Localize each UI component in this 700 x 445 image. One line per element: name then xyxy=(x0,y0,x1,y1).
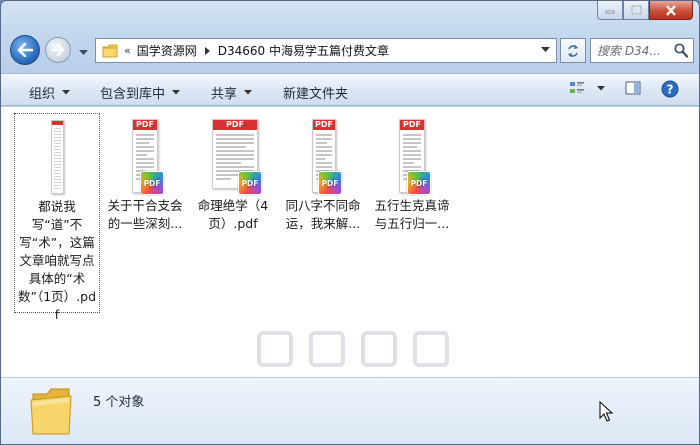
pdf-app-icon: PDF xyxy=(318,171,342,195)
minimize-icon xyxy=(605,10,615,14)
explorer-window: « 国学资源网 D34660 中海易学五篇付费文章 组织 xyxy=(0,0,700,445)
folder-icon xyxy=(102,44,118,57)
caption-buttons xyxy=(597,1,693,20)
view-options-button[interactable] xyxy=(569,80,605,96)
address-dropdown-icon[interactable] xyxy=(541,47,550,53)
folder-icon xyxy=(30,388,72,435)
details-pane: 5 个对象 xyxy=(1,377,699,444)
refresh-button[interactable] xyxy=(560,38,586,63)
forward-arrow-icon xyxy=(51,44,65,56)
breadcrumb-overflow[interactable]: « xyxy=(124,44,131,57)
pdf-page-preview xyxy=(51,120,64,194)
file-name: 命理绝学（4页）.pdf xyxy=(197,198,269,231)
file-thumbnail: PDF PDF xyxy=(190,113,276,195)
pdf-tag: PDF xyxy=(400,120,424,130)
view-icon xyxy=(570,82,584,93)
chevron-down-icon xyxy=(79,50,88,55)
file-name: 关于干合支会的一些深刻... xyxy=(107,198,183,231)
search-input[interactable] xyxy=(597,43,677,58)
refresh-icon xyxy=(568,44,578,57)
pdf-app-icon: PDF xyxy=(140,171,164,195)
share-label: 共享 xyxy=(211,87,238,102)
new-folder-label: 新建文件夹 xyxy=(283,87,349,102)
organize-menu[interactable]: 组织 xyxy=(29,83,71,102)
file-item[interactable]: PDF PDF 关于干合支会的一些深刻... xyxy=(102,113,188,313)
file-item[interactable]: PDF PDF 命理绝学（4页）.pdf xyxy=(190,113,276,313)
organize-label: 组织 xyxy=(29,87,56,102)
watermark-emblem xyxy=(257,331,449,367)
pdf-tag: PDF xyxy=(133,120,157,130)
breadcrumb-current[interactable]: D34660 中海易学五篇付费文章 xyxy=(218,42,389,59)
file-thumbnail: PDF PDF xyxy=(369,113,455,195)
file-thumbnail: PDF PDF xyxy=(102,113,188,195)
file-item[interactable]: 都说我写“道”不写“术”，这篇文章咱就写点具体的“术数”（1页）.pdf xyxy=(14,113,101,322)
search-icon[interactable] xyxy=(674,43,688,58)
new-folder-button[interactable]: 新建文件夹 xyxy=(283,83,348,102)
pdf-app-icon: PDF xyxy=(238,171,262,195)
preview-pane-button[interactable] xyxy=(625,80,641,96)
file-thumbnail xyxy=(15,114,101,196)
share-menu[interactable]: 共享 xyxy=(211,83,253,102)
file-name: 五行生克真谛与五行归一... xyxy=(374,198,450,231)
file-item[interactable]: PDF PDF 五行生克真谛与五行归一... xyxy=(369,113,455,313)
maximize-button[interactable] xyxy=(623,1,649,20)
pdf-app-icon: PDF xyxy=(407,171,431,195)
help-button[interactable]: ? xyxy=(661,80,679,98)
minimize-button[interactable] xyxy=(597,1,623,20)
help-icon: ? xyxy=(661,80,679,98)
file-name: 同八字不同命运，我来解... xyxy=(285,198,361,231)
file-item[interactable]: PDF PDF 同八字不同命运，我来解... xyxy=(280,113,366,313)
file-list-view[interactable]: 都说我写“道”不写“术”，这篇文章咱就写点具体的“术数”（1页）.pdf PDF… xyxy=(1,107,699,392)
recent-pages-dropdown[interactable] xyxy=(79,45,88,59)
navigation-bar: « 国学资源网 D34660 中海易学五篇付费文章 xyxy=(1,33,699,69)
search-box[interactable] xyxy=(590,38,694,63)
include-in-library-menu[interactable]: 包含到库中 xyxy=(100,83,181,102)
chevron-right-icon[interactable] xyxy=(204,46,210,55)
chevron-down-icon xyxy=(597,85,605,90)
chevron-down-icon xyxy=(244,90,253,95)
include-label: 包含到库中 xyxy=(100,87,166,102)
item-count: 5 个对象 xyxy=(93,395,145,410)
maximize-icon xyxy=(630,5,642,15)
breadcrumb-item[interactable]: 国学资源网 xyxy=(137,42,197,59)
file-name: 都说我写“道”不写“术”，这篇文章咱就写点具体的“术数”（1页）.pdf xyxy=(17,199,97,322)
mouse-cursor-icon xyxy=(599,401,613,422)
chevron-down-icon xyxy=(62,90,71,95)
back-button[interactable] xyxy=(10,35,40,65)
back-arrow-icon xyxy=(17,43,33,57)
forward-button[interactable] xyxy=(45,37,71,63)
preview-pane-icon xyxy=(625,81,641,95)
chevron-down-icon xyxy=(172,90,181,95)
address-bar[interactable]: « 国学资源网 D34660 中海易学五篇付费文章 xyxy=(95,38,557,63)
pdf-tag: PDF xyxy=(213,120,257,130)
watermark-logo xyxy=(233,329,473,376)
svg-text:?: ? xyxy=(667,83,674,97)
file-thumbnail: PDF PDF xyxy=(280,113,366,195)
command-bar: 组织 包含到库中 共享 新建文件夹 ? xyxy=(1,73,699,106)
close-button[interactable] xyxy=(649,1,693,20)
close-icon xyxy=(666,4,676,16)
pdf-tag: PDF xyxy=(313,120,335,130)
